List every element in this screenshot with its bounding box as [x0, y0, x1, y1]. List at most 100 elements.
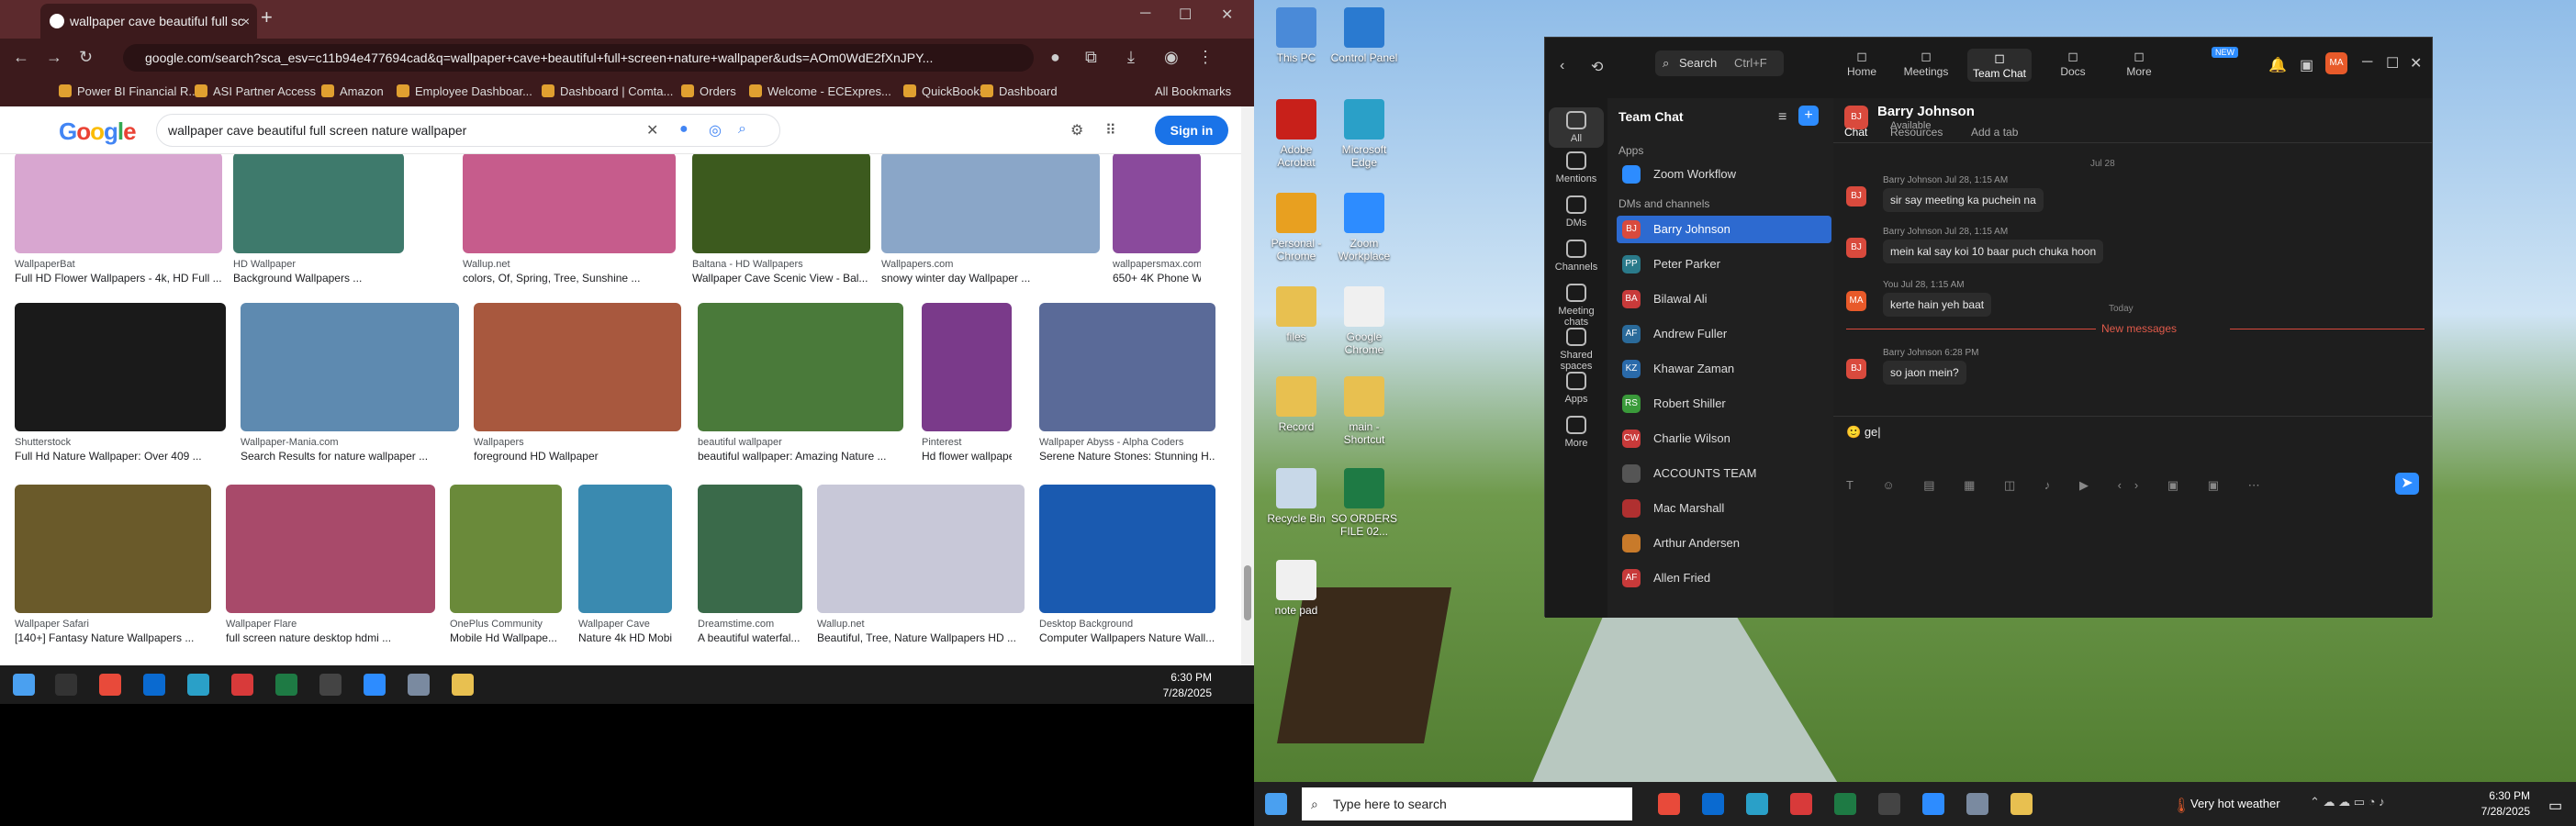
zoom-icon[interactable] — [364, 674, 386, 696]
result-caption[interactable]: Serene Nature Stones: Stunning H... — [1039, 450, 1215, 463]
desktop-icon[interactable]: SO ORDERS FILE 02... — [1329, 468, 1399, 538]
result-image[interactable] — [1039, 303, 1215, 431]
clock[interactable]: 6:30 PM 7/28/2025 — [1148, 670, 1212, 701]
outlook-icon[interactable] — [1702, 793, 1724, 815]
apps-icon[interactable]: ⠿ — [1105, 121, 1116, 140]
search-icon[interactable]: ⌕ — [738, 121, 746, 138]
result-source[interactable]: Wallpaper Safari — [15, 619, 211, 630]
app-item[interactable]: Zoom Workflow — [1617, 161, 1831, 188]
result-caption[interactable]: foreground HD Wallpaper — [474, 450, 681, 463]
edge-icon[interactable] — [187, 674, 209, 696]
add-icon[interactable]: + — [1798, 106, 1819, 126]
scrollbar[interactable] — [1241, 106, 1254, 665]
all-bookmarks[interactable]: All Bookmarks — [1155, 84, 1231, 98]
filter-icon[interactable]: ≡ — [1778, 109, 1786, 126]
history-icon[interactable]: ⟲ — [1591, 58, 1603, 76]
url-input[interactable]: google.com/search?sca_esv=c11b94e477694c… — [123, 44, 1034, 72]
result-image[interactable] — [881, 154, 1100, 253]
result-image[interactable] — [578, 485, 672, 613]
forward-icon[interactable]: → — [46, 48, 62, 67]
chrome-profile-icon[interactable] — [1790, 793, 1812, 815]
contact-item[interactable]: KZ Khawar Zaman — [1617, 355, 1831, 383]
result-caption[interactable]: beautiful wallpaper: Amazing Nature ... — [698, 450, 903, 463]
result-source[interactable]: wallpapersmax.com — [1113, 259, 1201, 270]
avatar[interactable]: MA — [2325, 52, 2347, 74]
contact-item[interactable]: CW Charlie Wilson — [1617, 425, 1831, 452]
result-caption[interactable]: Hd flower wallpape... — [922, 450, 1012, 463]
sidebar-item[interactable]: DMs — [1545, 195, 1607, 229]
result-source[interactable]: Wallpaper-Mania.com — [241, 437, 459, 448]
sidebar-item[interactable]: More — [1545, 416, 1607, 449]
screen-icon[interactable]: ▣ — [2300, 56, 2313, 74]
result-caption[interactable]: Nature 4k HD Mobi... — [578, 631, 672, 644]
result-image[interactable] — [233, 154, 404, 253]
contact-item[interactable]: RS Robert Shiller — [1617, 390, 1831, 418]
file-explorer-icon[interactable] — [452, 674, 474, 696]
new-tab-icon[interactable]: + — [261, 6, 273, 29]
section-apps[interactable]: Apps — [1618, 144, 1643, 157]
result-image[interactable] — [817, 485, 1025, 613]
result-caption[interactable]: 650+ 4K Phone W... — [1113, 272, 1201, 285]
message-text[interactable]: kerte hain yeh baat — [1883, 293, 1992, 317]
profile-icon[interactable]: ● — [1050, 48, 1060, 67]
chrome-icon[interactable] — [99, 674, 121, 696]
maximize-icon[interactable]: ☐ — [2386, 54, 2399, 73]
desktop-icon[interactable]: main - Shortcut — [1329, 376, 1399, 446]
result-source[interactable]: beautiful wallpaper — [698, 437, 903, 448]
chat-tab[interactable]: Resources — [1890, 126, 1943, 139]
result-caption[interactable]: full screen nature desktop hdmi ... — [226, 631, 435, 644]
result-caption[interactable]: Search Results for nature wallpaper ... — [241, 450, 459, 463]
result-source[interactable]: Wallup.net — [463, 259, 676, 270]
compose-input[interactable]: 🙂 ge| — [1846, 425, 1881, 440]
contact-item[interactable]: AF Allen Fried — [1617, 564, 1831, 592]
compose-toolbar[interactable]: T ☺ ▤ ▦ ◫ ♪ ▶ ‹› ▣ ▣ ⋯ — [1846, 478, 2273, 493]
result-image[interactable] — [15, 485, 211, 613]
desktop-icon[interactable]: Control Panel — [1329, 7, 1399, 64]
desktop-icon[interactable]: Google Chrome — [1329, 286, 1399, 356]
result-source[interactable]: Pinterest — [922, 437, 1012, 448]
chat-tab[interactable]: Chat — [1844, 126, 1867, 139]
mic-icon[interactable]: ● — [679, 121, 689, 138]
file-explorer-icon[interactable] — [2010, 793, 2033, 815]
chat-name[interactable]: Barry Johnson — [1877, 104, 1975, 119]
result-source[interactable]: Dreamstime.com — [698, 619, 802, 630]
download-icon[interactable]: ⤓ — [1127, 48, 1135, 67]
reload-icon[interactable]: ↻ — [79, 48, 93, 67]
account-icon[interactable]: ◉ — [1164, 48, 1179, 67]
clock[interactable]: 6:30 PM 7/28/2025 — [2466, 788, 2530, 820]
nav-home[interactable]: ◻ Home — [1830, 49, 1894, 78]
result-source[interactable]: Wallpapers — [474, 437, 681, 448]
desktop-icon[interactable]: Zoom Workplace — [1329, 193, 1399, 262]
contact-item[interactable]: BA Bilawal Ali — [1617, 285, 1831, 313]
result-source[interactable]: Wallup.net — [817, 619, 1025, 630]
result-image[interactable] — [226, 485, 435, 613]
calculator-icon[interactable] — [408, 674, 430, 696]
notification-icon[interactable]: ▭ — [2548, 797, 2562, 815]
lens-icon[interactable]: ◎ — [709, 121, 722, 140]
close-tab-icon[interactable]: × — [242, 4, 250, 39]
system-tray[interactable]: ⌃ ☁ ☁ ▭ ◔ ♪ — [2310, 795, 2385, 809]
terminal-icon[interactable] — [1878, 793, 1900, 815]
nav-meetings[interactable]: ◻ Meetings — [1894, 49, 1958, 78]
message-text[interactable]: mein kal say koi 10 baar puch chuka hoon — [1883, 240, 2104, 263]
nav-docs[interactable]: ◻ Docs — [2041, 49, 2105, 78]
result-source[interactable]: Wallpaper Abyss - Alpha Coders — [1039, 437, 1215, 448]
sign-in-button[interactable]: Sign in — [1155, 116, 1228, 145]
sidebar-item[interactable]: Mentions — [1545, 151, 1607, 184]
result-caption[interactable]: Full HD Flower Wallpapers - 4k, HD Full … — [15, 272, 222, 285]
bookmark-item[interactable]: Power BI Financial R... — [59, 84, 198, 98]
result-source[interactable]: Baltana - HD Wallpapers — [692, 259, 870, 270]
result-source[interactable]: HD Wallpaper — [233, 259, 404, 270]
bookmark-item[interactable]: Amazon — [321, 84, 384, 98]
desktop-icon[interactable]: Personal - Chrome — [1261, 193, 1331, 262]
close-window-icon[interactable]: ✕ — [1221, 6, 1233, 24]
desktop-icon[interactable]: Recycle Bin — [1261, 468, 1331, 525]
contact-item[interactable]: Mac Marshall — [1617, 495, 1831, 522]
result-caption[interactable]: Wallpaper Cave Scenic View - Bal... — [692, 272, 870, 285]
result-image[interactable] — [698, 485, 802, 613]
back-icon[interactable]: ‹ — [1560, 58, 1564, 74]
maximize-icon[interactable]: ☐ — [1179, 6, 1192, 24]
excel-icon[interactable] — [275, 674, 297, 696]
result-image[interactable] — [463, 154, 676, 253]
menu-icon[interactable]: ⋮ — [1197, 48, 1214, 67]
